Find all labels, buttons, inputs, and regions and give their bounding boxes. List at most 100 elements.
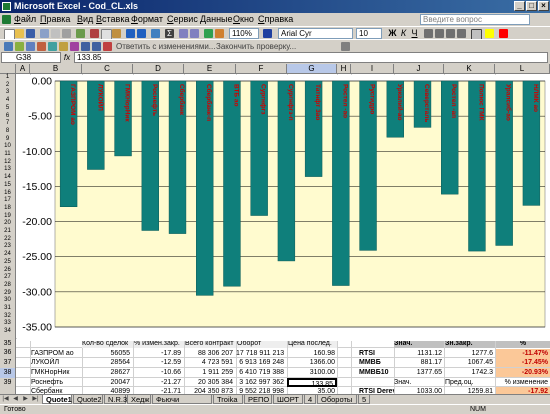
column-header[interactable]: J [394,64,444,73]
column-header-selected[interactable]: G [287,64,337,73]
row-header[interactable]: 37 [0,358,15,368]
pct-change-cell[interactable]: -12.59 [133,358,183,367]
sheet-tab[interactable]: 5 [358,395,370,404]
row-header[interactable]: 21 [0,228,15,235]
index-value-cell[interactable]: 1131.12 [394,349,444,358]
turnover-cell[interactable]: 6 913 169 248 [236,358,286,367]
row-header[interactable]: 4 [0,97,15,104]
align-left-icon[interactable] [424,29,433,38]
select-all-corner[interactable] [0,64,16,73]
turnover-cell[interactable]: 6 410 719 388 [236,368,286,377]
row-header[interactable]: 11 [0,151,15,158]
redo-icon[interactable] [137,29,146,38]
row-header[interactable]: 32 [0,313,15,320]
sheet-tab[interactable]: ШОРТ [273,395,303,404]
stock-name-cell[interactable]: Роснефть [31,378,82,387]
contracts-cell[interactable]: 4 723 591 [184,358,235,367]
align-right-icon[interactable] [446,29,455,38]
reviewing-pane-icon[interactable] [59,42,68,51]
previous-change-icon[interactable] [92,42,101,51]
row-header[interactable]: 7 [0,120,15,127]
turnover-cell[interactable]: 3 162 997 362 [236,378,286,387]
sheet-tab[interactable]: Troika [213,395,243,404]
deals-cell[interactable]: 28627 [82,368,132,377]
menu-format[interactable]: Формат [131,13,163,26]
column-header[interactable]: D [133,64,184,73]
undo-icon[interactable] [126,29,135,38]
price-cell[interactable]: 160.98 [287,349,337,358]
row-header[interactable]: 16 [0,190,15,197]
row-header[interactable]: 22 [0,236,15,243]
contracts-cell[interactable]: 1 911 259 [184,368,235,377]
row-header[interactable]: 19 [0,213,15,220]
track-changes-icon[interactable] [4,42,13,51]
stock-name-cell[interactable]: ЛУКОЙЛ [31,358,82,367]
mail-recipient-icon[interactable] [70,42,79,51]
column-header[interactable]: E [184,64,236,73]
row-header[interactable]: 33 [0,320,15,327]
delete-comment-icon[interactable] [37,42,46,51]
zoom-select[interactable]: 110% [229,28,259,39]
font-select[interactable]: Arial Cyr [278,28,353,39]
save-icon[interactable] [26,29,35,38]
stock-name-cell[interactable]: ГМКНорНик [31,368,82,377]
index-value-cell[interactable]: 881.17 [394,358,444,367]
maximize-button[interactable]: □ [526,1,537,11]
row-header[interactable]: 18 [0,205,15,212]
menu-view[interactable]: Вид [77,13,93,26]
selected-cell[interactable]: 133.85 [287,378,337,387]
autosum-icon[interactable]: Σ [165,29,174,38]
row-header[interactable]: 25 [0,259,15,266]
menu-help[interactable]: Справка [258,13,293,26]
row-header[interactable]: 15 [0,182,15,189]
menu-data[interactable]: Данные [200,13,233,26]
sheet-tab[interactable]: Обороты [317,395,357,404]
cut-icon[interactable] [90,29,99,38]
row-header[interactable]: 9 [0,136,15,143]
row-header[interactable]: 8 [0,128,15,135]
row-header[interactable]: 34 [0,328,15,335]
index-name-cell[interactable]: ММВБ10 [359,368,394,377]
next-sheet-icon[interactable]: ▶ [21,395,30,404]
first-sheet-icon[interactable]: |◀ [1,395,10,404]
sheet-tab[interactable]: 4 [304,395,316,404]
ask-question-input[interactable]: Введите вопрос [420,14,530,25]
sheet-tab[interactable]: РЕПО [244,395,272,404]
open-icon[interactable] [15,29,24,38]
comment-icon[interactable] [15,42,24,51]
excel-app-icon[interactable] [2,2,11,11]
next-change-icon[interactable] [81,42,90,51]
index-pct-cell[interactable]: -11.47% [496,349,550,358]
pct-change-cell[interactable]: -17.89 [133,349,183,358]
price-cell[interactable]: 3100.00 [287,368,337,377]
hyperlink-icon[interactable] [151,29,160,38]
index-close-cell[interactable]: Пред.оц. [445,378,495,387]
sheet-tab[interactable]: Quote2 [73,395,103,404]
print-icon[interactable] [51,29,60,38]
column-header[interactable]: H [337,64,351,73]
index-close-cell[interactable]: 1277.6 [445,349,495,358]
sort-descending-icon[interactable] [190,29,199,38]
menu-file[interactable]: Файл [14,13,36,26]
row-header[interactable]: 27 [0,274,15,281]
turnover-cell[interactable]: 17 718 911 213 [236,349,286,358]
index-name-cell[interactable] [359,378,394,387]
menu-window[interactable]: Окно [233,13,254,26]
fx-icon[interactable]: fx [62,52,72,63]
row-header[interactable]: 23 [0,243,15,250]
index-pct-cell[interactable]: % изменение [496,378,550,387]
deals-cell[interactable]: 56055 [82,349,132,358]
merge-center-icon[interactable] [457,29,466,38]
font-color-icon[interactable] [499,29,508,38]
column-header[interactable]: L [495,64,550,73]
align-center-icon[interactable] [435,29,444,38]
embedded-chart[interactable]: 0.00 -5.00 -10.00 -15.00 -20.00 -25.00 -30.00 -… [17,75,550,341]
index-close-cell[interactable]: 1742.3 [445,368,495,377]
sheet-tab[interactable]: Фьючи КОНТРОЛЬ [152,395,212,413]
index-name-cell[interactable]: RTSI [359,349,394,358]
row-header[interactable]: 28 [0,282,15,289]
underline-icon[interactable]: Ч [410,29,419,38]
index-pct-cell[interactable]: -20.93% [496,368,550,377]
sheet-tab[interactable]: Хедж [127,395,151,404]
deals-cell[interactable]: 20047 [82,378,132,387]
